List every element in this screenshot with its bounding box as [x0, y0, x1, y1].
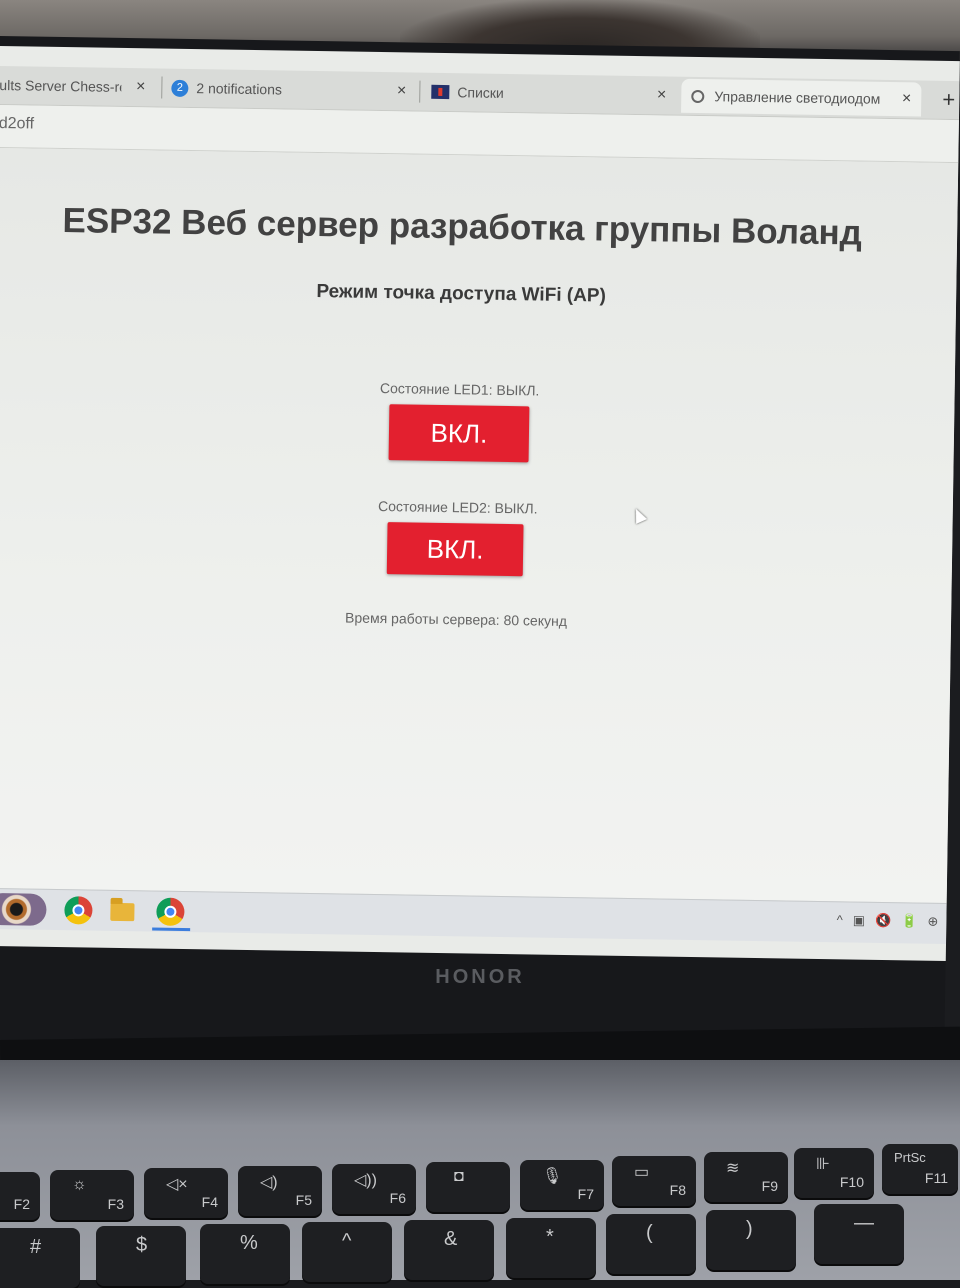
mic-off-icon: 🎙 [542, 1168, 563, 1185]
tab-title: ults Server Chess-resu [0, 76, 122, 95]
lists-favicon-icon [431, 84, 450, 100]
key-7[interactable]: & [404, 1220, 494, 1280]
key-f9[interactable]: ≋ F9 [704, 1152, 788, 1202]
tab-separator [161, 76, 163, 99]
tab-title: 2 notifications [196, 80, 283, 98]
led1-state: Состояние LED1: ВЫКЛ. [379, 380, 540, 399]
volume-down-icon: ◁) [260, 1174, 278, 1191]
tab-notifications[interactable]: 2 2 notifications × [171, 71, 417, 109]
key-f3[interactable]: ☼ F3 [50, 1170, 134, 1220]
key-f11[interactable]: PrtSc F11 [882, 1144, 958, 1194]
tab-led-control[interactable]: Управление светодиодом × [681, 78, 922, 117]
key-3[interactable]: # [0, 1228, 80, 1288]
brightness-down-icon: ☼ [72, 1176, 87, 1193]
brand-logo: HONOR [435, 966, 525, 988]
led1-on-button[interactable]: ВКЛ. [388, 404, 530, 463]
tab-separator [419, 80, 421, 103]
close-icon[interactable]: × [657, 86, 667, 104]
key-f2[interactable]: F2 [0, 1172, 40, 1220]
mute-icon: ◁× [166, 1176, 188, 1193]
system-tray: ^ ▣ 🔇 🔋 ⊕ [837, 912, 939, 930]
page-title: ESP32 Веб сервер разработка группы Волан… [62, 201, 863, 253]
tab-title: Управление светодиодом [714, 88, 881, 107]
key-4[interactable]: $ [96, 1226, 186, 1286]
key-f6[interactable]: ◁)) F6 [332, 1164, 416, 1214]
tray-app-icon[interactable]: ▣ [853, 913, 866, 929]
volume-muted-icon[interactable]: 🔇 [875, 913, 891, 929]
globe-icon [691, 89, 705, 103]
key-f7[interactable]: 🎙 F7 [520, 1160, 604, 1210]
key-8[interactable]: * [506, 1218, 596, 1278]
led2-on-button[interactable]: ВКЛ. [386, 522, 524, 577]
close-icon[interactable]: × [902, 90, 912, 108]
close-icon[interactable]: × [397, 82, 407, 100]
page-subtitle: Режим точка доступа WiFi (AP) [316, 281, 607, 307]
server-uptime: Время работы сервера: 80 секунд [345, 609, 568, 629]
volume-up-icon: ◁)) [354, 1172, 377, 1189]
url-text[interactable]: d2off [0, 115, 34, 134]
key-f10[interactable]: ⊪ F10 [794, 1148, 874, 1198]
key-f4[interactable]: ◁× F4 [144, 1168, 228, 1218]
network-icon[interactable]: ⊕ [927, 914, 938, 930]
laptop-screen: ults Server Chess-resu × 2 2 notificatio… [0, 46, 960, 961]
key-6[interactable]: ^ [302, 1222, 392, 1282]
key-f8[interactable]: ▭ F8 [612, 1156, 696, 1206]
tray-chevron-icon[interactable]: ^ [837, 912, 843, 928]
led2-state: Состояние LED2: ВЫКЛ. [377, 497, 538, 517]
battery-icon[interactable]: 🔋 [901, 913, 917, 929]
new-tab-button[interactable]: + [942, 87, 955, 113]
file-explorer-icon[interactable] [110, 902, 135, 922]
close-icon[interactable]: × [136, 78, 146, 96]
tab-lists[interactable]: Списки × [431, 75, 677, 113]
key-5[interactable]: % [200, 1224, 290, 1284]
key-minus[interactable]: — [814, 1204, 904, 1264]
keyboard-light-icon: ⊪ [816, 1156, 830, 1173]
tab-title: Списки [457, 84, 504, 101]
camera-icon: ◘ [454, 1168, 464, 1185]
chrome-icon[interactable] [156, 897, 185, 927]
eye-app-icon[interactable] [0, 892, 47, 926]
active-app-indicator [152, 927, 191, 932]
notification-badge: 2 [171, 79, 189, 97]
tab-chess-results[interactable]: ults Server Chess-resu × [0, 68, 160, 105]
web-page: ESP32 Веб сервер разработка группы Волан… [0, 147, 959, 903]
key-9[interactable]: ( [606, 1214, 696, 1274]
key-f5[interactable]: ◁) F5 [238, 1166, 322, 1216]
display-icon: ▭ [634, 1164, 650, 1181]
key-camera[interactable]: ◘ [426, 1162, 510, 1212]
key-0[interactable]: ) [706, 1210, 796, 1270]
wifi-icon: ≋ [726, 1160, 740, 1177]
chrome-icon[interactable] [64, 896, 93, 925]
